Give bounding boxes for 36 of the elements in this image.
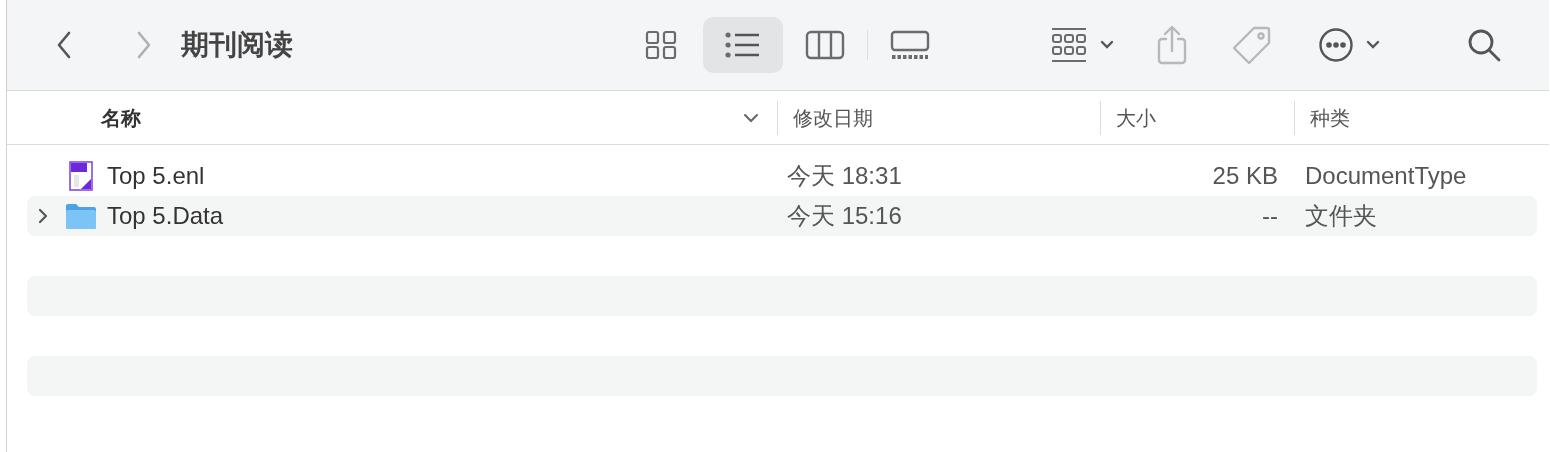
list-icon <box>725 32 761 58</box>
window-title: 期刊阅读 <box>181 28 294 62</box>
file-row[interactable]: Top 5.Data 今天 15:16 -- 文件夹 <box>27 196 1537 236</box>
column-header[interactable]: 修改日期 <box>793 102 873 133</box>
ellipsis-circle-icon <box>1318 27 1354 63</box>
file-name: Top 5.Data <box>107 201 225 231</box>
more-button[interactable] <box>1318 27 1380 63</box>
modified-date: 今天 18:31 <box>787 161 903 191</box>
tag-icon <box>1232 25 1272 65</box>
file-size: 25 KB <box>1211 161 1278 191</box>
caret-icon <box>1366 40 1380 50</box>
column-header[interactable]: 大小 <box>1116 102 1156 133</box>
group-button[interactable] <box>1050 27 1114 63</box>
document-icon <box>68 161 93 191</box>
disclosure-chevron-icon[interactable] <box>37 208 49 224</box>
column-header[interactable]: 名称 <box>101 102 141 133</box>
grid-icon <box>645 30 677 60</box>
file-kind: 文件夹 <box>1304 201 1378 231</box>
modified-date: 今天 15:16 <box>787 201 903 231</box>
file-row[interactable]: Top 5.enl 今天 18:31 25 KB DocumentType <box>27 156 1537 196</box>
view-mode-button[interactable] <box>703 17 783 73</box>
file-size: -- <box>1261 201 1278 231</box>
columns-icon <box>805 30 845 60</box>
search-icon <box>1466 27 1502 63</box>
file-kind: DocumentType <box>1304 161 1468 191</box>
file-name: Top 5.enl <box>107 161 206 191</box>
column-header[interactable]: 种类 <box>1310 102 1350 133</box>
share-icon <box>1156 25 1188 65</box>
chevron-right-icon <box>136 30 152 60</box>
search-button[interactable] <box>1466 27 1502 63</box>
group-icon <box>1050 27 1088 63</box>
chevron-left-icon <box>56 30 72 60</box>
caret-icon <box>1100 40 1114 50</box>
sort-chevron-icon[interactable] <box>743 112 759 123</box>
gallery-icon <box>890 30 930 60</box>
folder-icon <box>64 202 97 230</box>
